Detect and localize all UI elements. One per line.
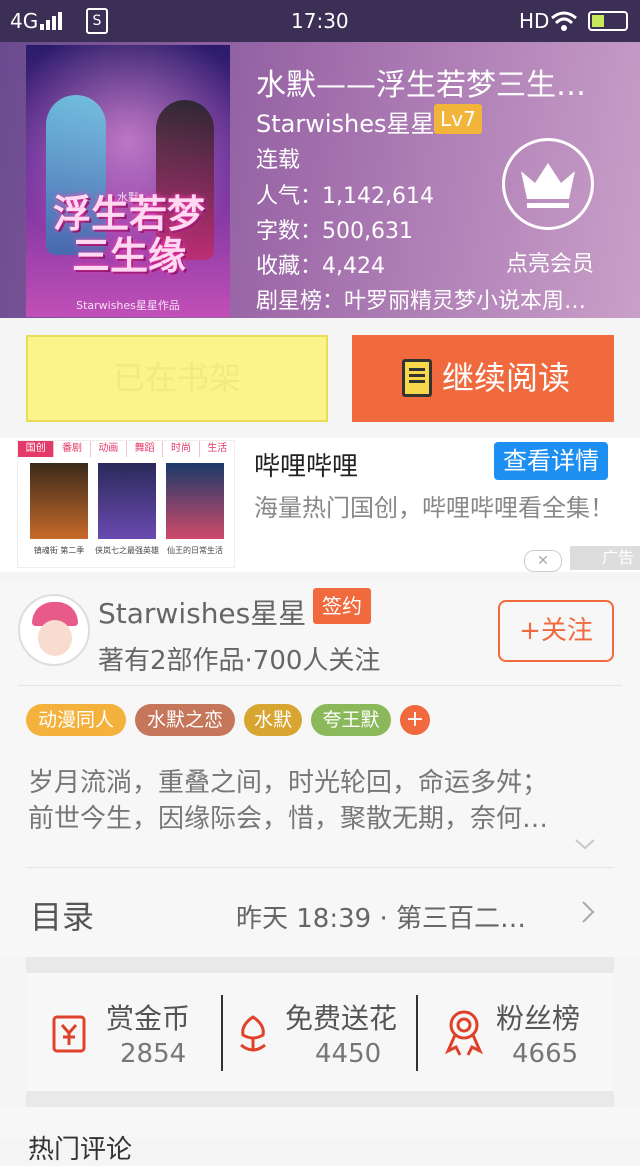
- wifi-icon: [551, 11, 577, 31]
- ad-image[interactable]: 国创 番剧 动画 舞蹈 时尚 生活 镇魂街 第二季 侠岚七之最强英雄 仙王的日常…: [17, 440, 235, 568]
- book-icon: [402, 359, 432, 397]
- coin-envelope-icon: [52, 1015, 86, 1053]
- ad-poster-caption-3: 仙王的日常生活: [167, 546, 223, 555]
- vip-button[interactable]: [502, 138, 594, 230]
- network-type: 4G: [10, 9, 39, 33]
- book-cover[interactable]: 水默 浮生若梦 三生缘 Starwishes星星作品: [26, 45, 230, 317]
- follow-button[interactable]: +关注: [498, 600, 614, 662]
- author-stats: 著有2部作品·700人关注: [98, 646, 381, 676]
- notification-icon: S: [86, 8, 108, 34]
- reward-coins-button[interactable]: 赏金币 2854: [26, 973, 222, 1091]
- stat-label: 赏金币: [106, 1002, 191, 1035]
- stat-value: 2854: [120, 1039, 187, 1069]
- crown-icon: [521, 163, 575, 208]
- comments-heading: 热门评论: [28, 1135, 133, 1165]
- tag-item[interactable]: 水默: [244, 704, 302, 736]
- add-tag-button[interactable]: +: [400, 705, 430, 735]
- ad-image-tabs: 国创 番剧 动画 舞蹈 时尚 生活: [18, 441, 234, 457]
- stat-value: 4450: [315, 1039, 382, 1069]
- status-bar: 4G S 17:30 HD: [0, 0, 640, 42]
- stat-label: 免费送花: [285, 1002, 398, 1035]
- book-title: 水默——浮生若梦三生…: [256, 68, 586, 103]
- ad-detail-button[interactable]: 查看详情: [494, 442, 608, 480]
- vip-label[interactable]: 点亮会员: [496, 246, 604, 278]
- medal-icon: [444, 1010, 484, 1056]
- cover-title-line1: 浮生若梦: [52, 191, 205, 236]
- cover-title-line2: 三生缘: [71, 233, 186, 278]
- signal-icon: [40, 12, 66, 30]
- book-intro[interactable]: 岁月流淌，重叠之间，时光轮回，命运多舛； 前世今生，因缘际会，惜，聚散无期，奈何…: [0, 749, 640, 867]
- stat-value: 4665: [512, 1039, 579, 1069]
- section-gap: [26, 1091, 614, 1107]
- book-popularity: 人气：1,142,614: [256, 184, 434, 209]
- book-author[interactable]: Starwishes星星: [256, 104, 435, 139]
- toc-title: 目录: [30, 898, 95, 936]
- battery-icon: [588, 11, 628, 31]
- book-status: 连载: [256, 148, 301, 173]
- author-section: Starwishes星星 签约 著有2部作品·700人关注 +关注: [0, 582, 640, 686]
- latest-chapter: 昨天 18:39 · 第三百二…: [236, 904, 526, 934]
- fan-rank-button[interactable]: 粉丝榜 4665: [418, 973, 614, 1091]
- chevron-right-icon: [582, 901, 595, 923]
- tag-item[interactable]: 动漫同人: [26, 704, 126, 736]
- section-gap: [26, 957, 614, 973]
- chevron-down-icon[interactable]: [574, 837, 596, 859]
- on-shelf-button[interactable]: 已在书架: [26, 335, 328, 422]
- ad-title: 哔哩哔哩: [254, 452, 359, 482]
- ad-close-button[interactable]: ✕: [524, 550, 562, 572]
- ad-poster-3: [166, 463, 224, 539]
- flower-icon: [240, 1015, 266, 1052]
- intro-text: 岁月流淌，重叠之间，时光轮回，命运多舛； 前世今生，因缘际会，惜，聚散无期，奈何…: [28, 768, 549, 834]
- ad-poster-1: [30, 463, 88, 539]
- table-of-contents-row[interactable]: 目录 昨天 18:39 · 第三百二…: [0, 868, 640, 958]
- tag-list: 动漫同人 水默之恋 水默 夸王默 +: [0, 687, 640, 749]
- signed-badge: 签约: [313, 588, 371, 624]
- author-avatar[interactable]: [18, 594, 90, 666]
- book-word-count: 字数：500,631: [256, 219, 413, 244]
- divider: [18, 685, 622, 686]
- ad-poster-caption-1: 镇魂街 第二季: [33, 546, 85, 555]
- ad-label: 广告: [570, 546, 640, 570]
- author-level-badge: Lv7: [434, 104, 482, 134]
- tag-item[interactable]: 夸王默: [311, 704, 391, 736]
- cover-credit: Starwishes星星作品: [76, 299, 180, 312]
- continue-reading-label: 继续阅读: [442, 359, 571, 397]
- author-name[interactable]: Starwishes星星: [98, 592, 306, 632]
- send-flowers-button[interactable]: 免费送花 4450: [223, 973, 419, 1091]
- comments-section: 热门评论: [0, 1107, 640, 1165]
- book-rank[interactable]: 剧星榜：叶罗丽精灵梦小说本周…: [256, 283, 626, 315]
- book-header: 水默 浮生若梦 三生缘 Starwishes星星作品 水默——浮生若梦三生… S…: [0, 42, 640, 318]
- ad-poster-caption-2: 侠岚七之最强英雄: [95, 546, 159, 555]
- continue-reading-button[interactable]: 继续阅读: [352, 335, 614, 422]
- tag-item[interactable]: 水默之恋: [135, 704, 235, 736]
- stat-label: 粉丝榜: [496, 1002, 581, 1035]
- ad-description: 海量热门国创，哔哩哔哩看全集！: [254, 494, 614, 522]
- hd-indicator: HD: [519, 9, 550, 33]
- clock: 17:30: [291, 9, 349, 33]
- book-favorites: 收藏：4,424: [256, 254, 385, 279]
- stats-bar: 赏金币 2854 免费送花 4450 粉丝榜 4665: [26, 973, 614, 1091]
- ad-poster-2: [98, 463, 156, 539]
- ad-banner[interactable]: 国创 番剧 动画 舞蹈 时尚 生活 镇魂街 第二季 侠岚七之最强英雄 仙王的日常…: [0, 438, 640, 572]
